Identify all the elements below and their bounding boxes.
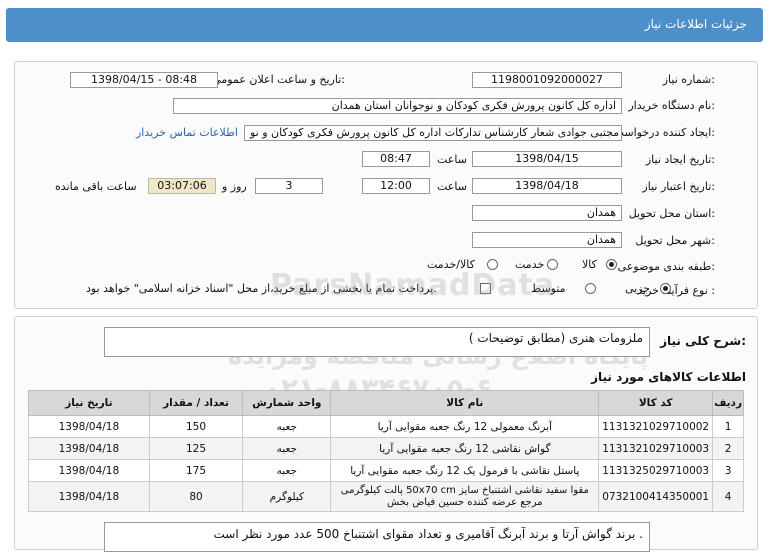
buyer-label: نام دستگاه خریدار: xyxy=(628,99,715,112)
col-date-header: تاریخ نیاز xyxy=(28,390,150,416)
row-number: 2 xyxy=(712,437,744,460)
category-label: طبقه بندی موضوعی: xyxy=(617,260,715,273)
category-goods-service-radio[interactable] xyxy=(487,259,498,270)
description-text: ملزومات هنری (مطابق توضیحات ) xyxy=(468,331,643,345)
goods-code: 1131325029710003 xyxy=(598,459,714,482)
process-medium-radio[interactable] xyxy=(585,283,596,294)
buyer-note-text: برند گواش آرتا و برند آبرنگ آقامیری و تع… xyxy=(213,527,643,541)
remaining-time-field: 03:07:06 xyxy=(148,178,216,194)
row-number: 1 xyxy=(712,415,744,438)
city-field: همدان xyxy=(472,232,622,248)
need-number-field: 1198001092000027 xyxy=(472,72,622,88)
valid-time-field: 12:00 xyxy=(362,178,430,194)
page-title: جزئیات اطلاعات نیاز xyxy=(644,17,747,31)
goods-name: آبرنگ معمولی 12 رنگ جعبه مقوایی آریا xyxy=(330,415,600,438)
created-time-label: ساعت xyxy=(437,153,467,166)
goods-code: 1131321029710002 xyxy=(598,415,714,438)
goods-qty: 125 xyxy=(148,437,244,460)
page-header: جزئیات اطلاعات نیاز xyxy=(6,8,763,42)
province-field: همدان xyxy=(472,205,622,221)
goods-heading: اطلاعات کالاهای مورد نیاز xyxy=(591,370,746,384)
col-row-header: ردیف xyxy=(712,390,744,416)
goods-qty: 80 xyxy=(148,481,244,512)
requester-field: مجتبی جوادی شعار کارشناس تدارکات اداره ک… xyxy=(244,125,622,141)
treasury-payment-checkbox[interactable] xyxy=(480,283,491,294)
col-code-header: کد کالا xyxy=(598,390,714,416)
buyer-note-field: برند گواش آرتا و برند آبرنگ آقامیری و تع… xyxy=(104,522,650,552)
province-label: استان محل تحویل: xyxy=(628,207,715,220)
goods-unit: کیلوگرم xyxy=(242,481,332,512)
buyer-contact-link[interactable]: اطلاعات تماس خریدار xyxy=(136,126,238,139)
remaining-label: ساعت باقی مانده xyxy=(55,180,137,193)
category-service-label: خدمت xyxy=(515,258,545,271)
requester-label: ایجاد کننده درخواست: xyxy=(613,126,715,139)
goods-qty: 175 xyxy=(148,459,244,482)
goods-code: 0732100414350001 xyxy=(598,481,714,512)
valid-date-label: تاریخ اعتبار نیاز: xyxy=(642,180,715,193)
buyer-field: اداره کل کانون پرورش فکری کودکان و نوجوا… xyxy=(173,98,622,114)
col-qty-header: تعداد / مقدار xyxy=(148,390,244,416)
category-goods-label: کالا xyxy=(582,258,597,271)
table-row: 1 1131321029710002 آبرنگ معمولی 12 رنگ ج… xyxy=(28,415,744,438)
created-time-field: 08:47 xyxy=(362,151,430,167)
days-field: 3 xyxy=(255,178,323,194)
days-label: روز و xyxy=(222,180,247,193)
created-date-field: 1398/04/15 xyxy=(472,151,622,167)
treasury-payment-label: پرداخت تمام یا بخشی از مبلغ خرید،از محل … xyxy=(86,282,437,295)
need-number-label: شماره نیاز: xyxy=(662,73,715,86)
goods-name: مقوا سفید نقاشی اشتنباخ سایز 50x70 cm پا… xyxy=(330,481,600,512)
table-row: 4 0732100414350001 مقوا سفید نقاشی اشتنب… xyxy=(28,481,744,512)
category-goods-radio[interactable] xyxy=(606,259,617,270)
description-label: شرح کلی نیاز: xyxy=(660,334,746,348)
valid-date-field: 1398/04/18 xyxy=(472,178,622,194)
goods-unit: جعبه xyxy=(242,437,332,460)
goods-date: 1398/04/18 xyxy=(28,415,150,438)
city-label: شهر محل تحویل: xyxy=(635,234,715,247)
goods-unit: جعبه xyxy=(242,459,332,482)
goods-qty: 150 xyxy=(148,415,244,438)
table-row: 2 1131321029710003 گواش نقاشی 12 رنگ جعب… xyxy=(28,437,744,460)
goods-table-header: ردیف کد کالا نام کالا واحد شمارش تعداد /… xyxy=(28,390,744,416)
goods-date: 1398/04/18 xyxy=(28,459,150,482)
process-minor-radio[interactable] xyxy=(660,283,671,294)
col-name-header: نام کالا xyxy=(330,390,600,416)
announce-field: 1398/04/15 - 08:48 xyxy=(70,72,218,88)
goods-table: ردیف کد کالا نام کالا واحد شمارش تعداد /… xyxy=(28,390,744,512)
goods-date: 1398/04/18 xyxy=(28,481,150,512)
process-minor-label: جزیی xyxy=(625,282,651,295)
row-number: 3 xyxy=(712,459,744,482)
description-field: ملزومات هنری (مطابق توضیحات ) xyxy=(104,327,650,357)
announce-label: تاریخ و ساعت اعلان عمومی: xyxy=(212,73,345,86)
table-row: 3 1131325029710003 پاستل نقاشی با فرمول … xyxy=(28,459,744,482)
goods-unit: جعبه xyxy=(242,415,332,438)
valid-time-label: ساعت xyxy=(437,180,467,193)
goods-date: 1398/04/18 xyxy=(28,437,150,460)
created-date-label: تاریخ ایجاد نیاز: xyxy=(645,153,715,166)
col-unit-header: واحد شمارش xyxy=(242,390,332,416)
goods-name: گواش نقاشی 12 رنگ جعبه مقوایی آریا xyxy=(330,437,600,460)
goods-name: پاستل نقاشی با فرمول یک 12 رنگ جعبه مقوا… xyxy=(330,459,600,482)
goods-code: 1131321029710003 xyxy=(598,437,714,460)
category-service-radio[interactable] xyxy=(547,259,558,270)
category-goods-service-label: کالا/خدمت xyxy=(427,258,475,271)
process-medium-label: متوسط xyxy=(531,282,566,295)
row-number: 4 xyxy=(712,481,744,512)
